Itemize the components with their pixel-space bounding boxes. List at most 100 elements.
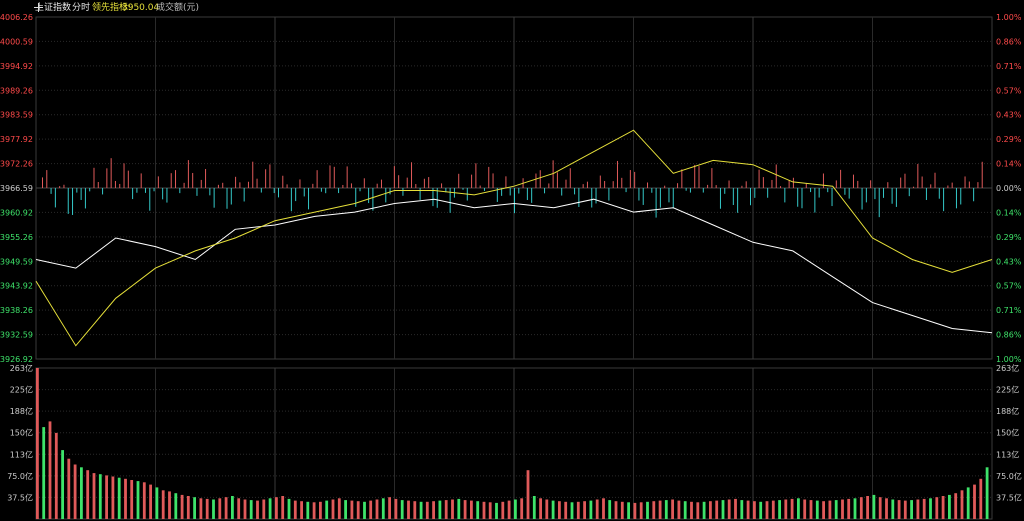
volume-bar (627, 502, 630, 519)
fluctuation-bar (230, 188, 232, 205)
volume-bar (633, 502, 637, 519)
fluctuation-bar (350, 183, 352, 188)
fluctuation-bar (913, 186, 915, 188)
fluctuation-bar (303, 188, 305, 197)
fluctuation-bar (664, 185, 666, 188)
fluctuation-bar (235, 176, 237, 188)
volume-bar (658, 500, 662, 519)
y-tick-right: 0.43% (996, 111, 1022, 120)
fluctuation-bar (827, 188, 829, 193)
fluctuation-bar (685, 188, 687, 191)
fluctuation-bar (458, 173, 460, 188)
fluctuation-bar (389, 188, 391, 195)
fluctuation-bar (917, 163, 919, 188)
volume-bar (948, 494, 951, 519)
volume-bar (941, 496, 945, 519)
fluctuation-bar (604, 180, 606, 188)
volume-bar (300, 501, 303, 519)
fluctuation-bar (428, 177, 430, 188)
fluctuation-bar (591, 188, 593, 208)
fluctuation-bar (76, 188, 78, 193)
chart-canvas[interactable]: 4006.26 1.00% 4000.59 0.86% 3994.92 0.71% 3989… (0, 0, 1024, 521)
volume-bar (168, 491, 171, 519)
fluctuation-bar (599, 175, 601, 188)
fluctuation-bar (638, 188, 640, 201)
volume-bar (142, 482, 146, 519)
volume-bar (42, 427, 46, 519)
volume-bar (721, 500, 725, 519)
volume-bar (98, 474, 102, 519)
fluctuation-bar (977, 182, 979, 188)
volume-bar (249, 500, 253, 519)
fluctuation-bar (183, 182, 185, 188)
fluctuation-bar (243, 188, 245, 202)
y-tick-right: 1.00% (996, 13, 1022, 22)
volume-bar (558, 501, 561, 519)
fluctuation-bar (80, 188, 82, 200)
fluctuation-bar (419, 188, 421, 200)
volume-bar (482, 501, 486, 519)
vol-tick-right: 113亿 (996, 449, 1019, 459)
volume-bar (841, 499, 844, 519)
fluctuation-bar (694, 164, 696, 188)
y-tick-left: 3955.26 (0, 233, 33, 242)
volume-bar (86, 470, 90, 519)
fluctuation-bar (947, 185, 949, 188)
volume-bar (778, 500, 781, 519)
volume-bar (551, 500, 555, 519)
y-tick-right: 0.57% (996, 86, 1022, 95)
vol-tick-right: 225亿 (996, 385, 1019, 395)
fluctuation-bar (196, 188, 198, 196)
volume-bar (344, 500, 347, 519)
y-tick-right: 0.14% (996, 208, 1022, 217)
fluctuation-bar (921, 176, 923, 188)
fluctuation-bar (46, 170, 48, 188)
fluctuation-bar (745, 181, 747, 188)
volume-bar (916, 499, 920, 519)
volume-bar (161, 490, 165, 519)
volume-bar (922, 498, 926, 519)
fluctuation-bar (462, 188, 464, 190)
fluctuation-bar (205, 168, 207, 188)
volume-bar (237, 498, 241, 519)
fluctuation-bar (574, 188, 576, 195)
volume-bar (495, 502, 498, 519)
fluctuation-bar (295, 188, 297, 202)
fluctuation-bar (471, 174, 473, 188)
volume-bar (897, 500, 901, 519)
fluctuation-bar (647, 182, 649, 188)
fluctuation-bar (900, 177, 902, 188)
fluctuation-bar (732, 188, 734, 206)
volume-bar (759, 501, 763, 519)
fluctuation-bar (565, 179, 567, 188)
volume-bar (319, 501, 322, 519)
fluctuation-bar (376, 183, 378, 188)
fluctuation-bar (741, 185, 743, 188)
vol-tick-left: 37.5亿 (7, 492, 33, 502)
vol-tick-left: 188亿 (10, 406, 33, 416)
fluctuation-bar (861, 188, 863, 210)
volume-bar (526, 470, 530, 519)
y-tick-right: 0.29% (996, 135, 1022, 144)
fluctuation-bar (634, 171, 636, 188)
volume-bar (929, 498, 932, 519)
volume-bar (809, 500, 813, 519)
fluctuation-bar (355, 188, 357, 207)
y-tick-left: 3949.59 (0, 257, 33, 266)
volume-chart (36, 368, 989, 519)
volume-bar (734, 498, 737, 519)
fluctuation-bar (818, 188, 820, 198)
fluctuation-bar (981, 161, 983, 188)
volume-bar (683, 501, 687, 519)
fluctuation-bar (762, 177, 764, 188)
fluctuation-bar (325, 188, 327, 194)
fluctuation-bar (209, 188, 211, 196)
vol-tick-right: 37.5亿 (996, 492, 1022, 502)
volume-bar (797, 498, 800, 519)
fluctuation-bar (136, 188, 138, 193)
fluctuation-bar (801, 188, 803, 209)
volume-bar (639, 502, 643, 519)
fluctuation-bar (93, 167, 95, 188)
volume-bar (715, 500, 719, 519)
fluctuation-bar (968, 181, 970, 188)
